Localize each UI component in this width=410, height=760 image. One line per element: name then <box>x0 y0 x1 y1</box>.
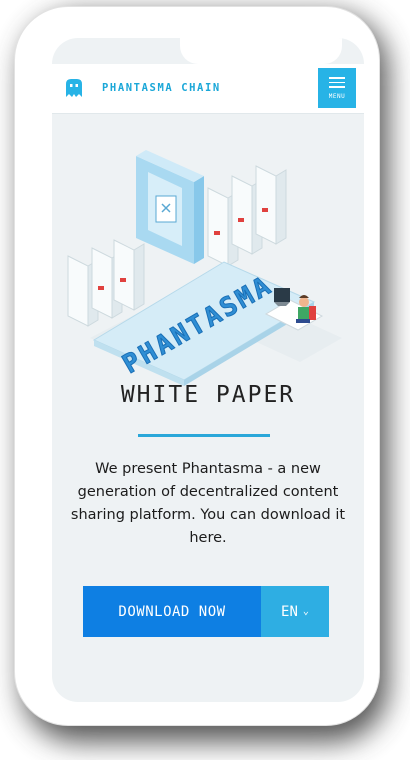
language-value: EN <box>281 603 298 620</box>
site-header: PHANTASMA CHAIN MENU <box>52 64 364 114</box>
hamburger-icon <box>329 76 345 90</box>
server-left <box>67 239 145 327</box>
menu-button[interactable]: MENU <box>318 68 356 108</box>
title-underline <box>138 434 270 437</box>
language-select[interactable]: EN ⌄ <box>261 586 329 637</box>
hero-illustration: PHANTASMA <box>67 150 342 386</box>
menu-label: MENU <box>328 93 346 101</box>
page-title: WHITE PAPER <box>120 382 296 408</box>
download-group: DOWNLOAD NOW EN ⌄ <box>83 586 329 637</box>
download-now-button[interactable]: DOWNLOAD NOW <box>83 586 261 637</box>
page-description: We present Phantasma - a new generation … <box>70 461 346 546</box>
phone-notch <box>180 38 342 64</box>
chevron-down-icon: ⌄ <box>302 606 309 617</box>
server-right <box>207 165 287 267</box>
phone-screen: PHANTASMA CHAIN MENU PHANTASMA WHITE PAP… <box>52 38 364 702</box>
monitor-illustration <box>136 150 204 264</box>
logo-text[interactable]: PHANTASMA CHAIN <box>102 82 221 94</box>
ghost-icon[interactable] <box>64 78 84 98</box>
